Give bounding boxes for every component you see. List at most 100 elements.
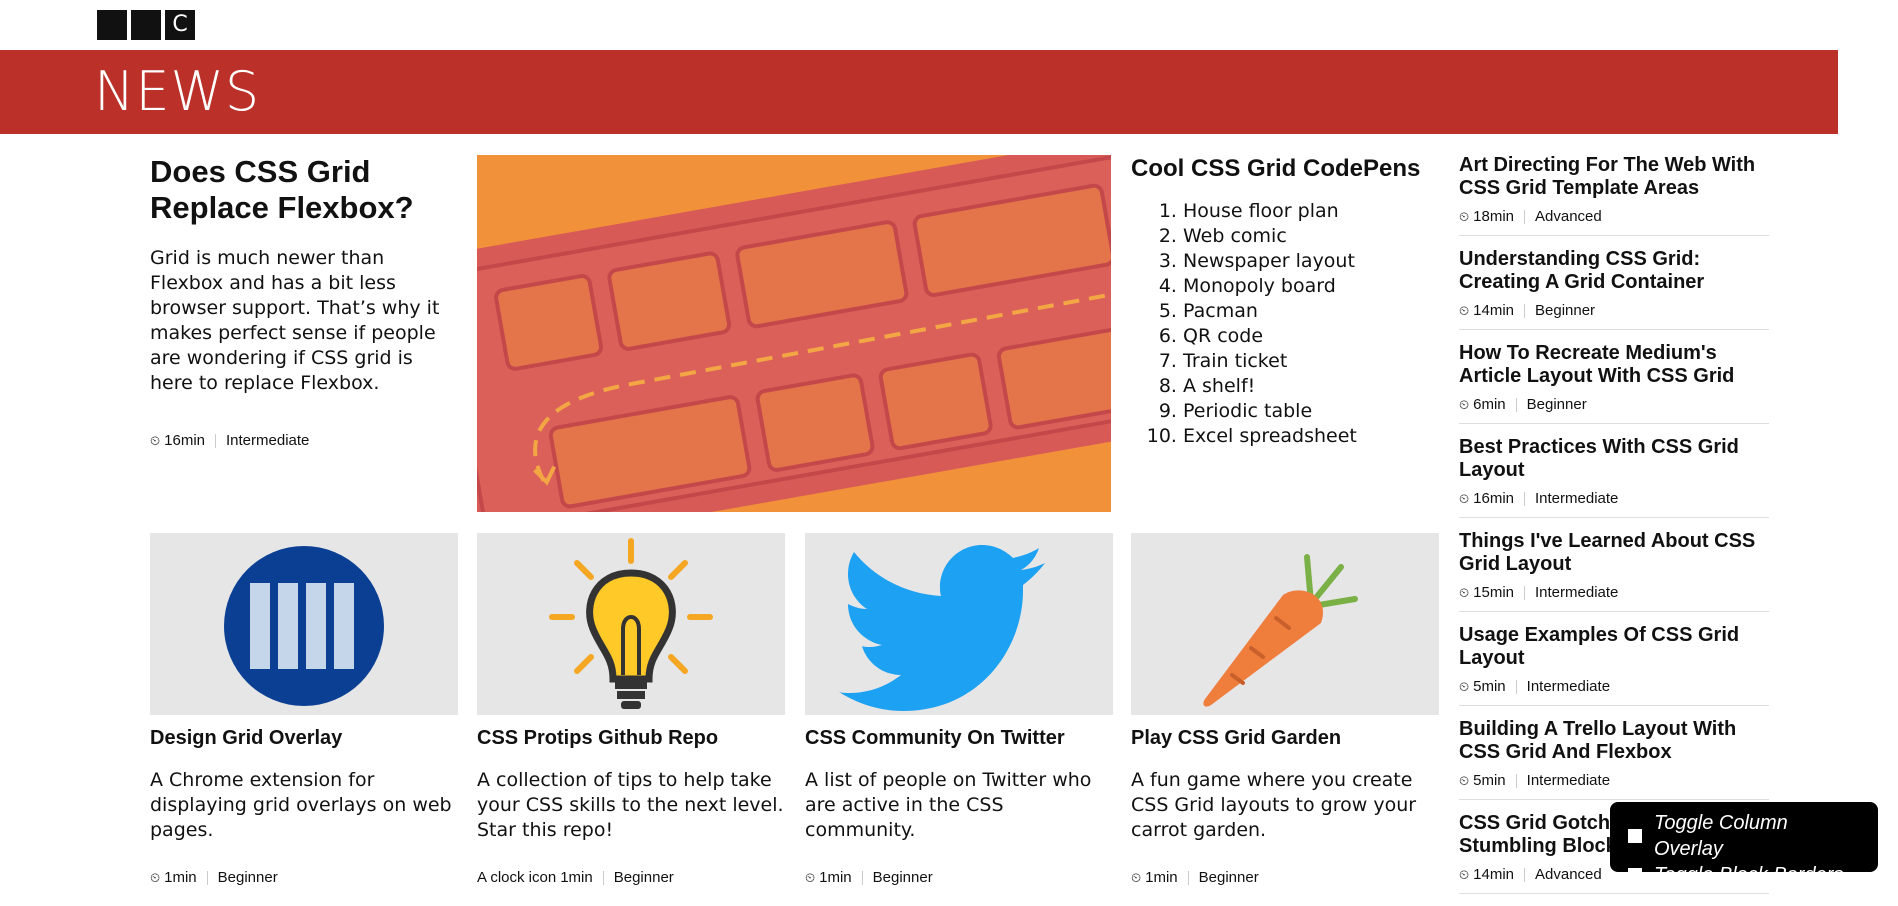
card-css-community-twitter[interactable]: CSS Community On Twitter A list of peopl…: [805, 533, 1113, 886]
toggle-label: Toggle Column Overlay: [1654, 812, 1788, 860]
list-item[interactable]: Pacman: [1183, 299, 1431, 324]
article-meta: ⏲ 14min Beginner: [1459, 302, 1769, 319]
logo-letter-3: C: [165, 10, 195, 40]
read-time: 1min: [819, 869, 852, 886]
level-label: Intermediate: [1535, 490, 1619, 507]
list-item[interactable]: Newspaper layout: [1183, 249, 1431, 274]
card-title[interactable]: CSS Community On Twitter: [805, 727, 1113, 750]
article-meta: ⏲ 5min Intermediate: [1459, 678, 1769, 695]
codepens-list: Cool CSS Grid CodePens House floor plan …: [1131, 155, 1431, 449]
article-meta: ⏲ 16min Intermediate: [1459, 490, 1769, 507]
meta-divider: [1524, 209, 1525, 224]
card-body: A fun game where you create CSS Grid lay…: [1131, 769, 1417, 841]
twitter-bird-icon: [839, 545, 1045, 711]
clock-icon: ⏲: [1459, 584, 1470, 600]
sidebar-article[interactable]: Best Practices With CSS Grid Layout ⏲ 16m…: [1459, 436, 1769, 518]
card-meta: A clock icon 1min Beginner: [477, 869, 785, 886]
list-item[interactable]: Train ticket: [1183, 349, 1431, 374]
meta-divider: [602, 870, 604, 885]
sidebar-article[interactable]: How To Recreate Medium's Article Layout …: [1459, 342, 1769, 424]
meta-divider: [1524, 867, 1525, 882]
level-label: Advanced: [1535, 208, 1602, 225]
clock-icon: ⏲: [1459, 678, 1470, 694]
read-time: 1min: [560, 869, 593, 886]
lead-article[interactable]: Does CSS Grid Replace Flexbox? Grid is m…: [150, 154, 450, 449]
sidebar-article-title[interactable]: How To Recreate Medium's Article Layout …: [1459, 342, 1769, 388]
card-title[interactable]: Design Grid Overlay: [150, 727, 458, 750]
codepens-title[interactable]: Cool CSS Grid CodePens: [1131, 155, 1431, 183]
article-meta: ⏲ 15min Intermediate: [1459, 584, 1769, 601]
card-css-grid-garden[interactable]: Play CSS Grid Garden A fun game where yo…: [1131, 533, 1439, 886]
sidebar-article[interactable]: Building A Trello Layout With CSS Grid A…: [1459, 718, 1769, 800]
card-image[interactable]: [150, 533, 458, 715]
checkbox[interactable]: [1628, 868, 1642, 882]
meta-divider: [1515, 679, 1517, 694]
toggle-column-overlay[interactable]: Toggle Column Overlay: [1628, 810, 1860, 862]
read-time: 18min: [1473, 208, 1514, 225]
sidebar-articles: Art Directing For The Web With CSS Grid …: [1459, 154, 1769, 906]
clock-icon: ⏲: [1459, 490, 1470, 506]
meta-divider: [1187, 870, 1189, 885]
sidebar-article[interactable]: Art Directing For The Web With CSS Grid …: [1459, 154, 1769, 236]
card-image[interactable]: [805, 533, 1113, 715]
card-css-protips[interactable]: CSS Protips Github Repo A collection of …: [477, 533, 785, 886]
list-item[interactable]: House floor plan: [1183, 199, 1431, 224]
sidebar-article[interactable]: Understanding CSS Grid: Creating A Grid …: [1459, 248, 1769, 330]
meta-divider: [206, 870, 208, 885]
sidebar-article-title[interactable]: Things I've Learned About CSS Grid Layou…: [1459, 530, 1769, 576]
clock-icon-alt-text: A clock icon: [477, 869, 557, 886]
list-item[interactable]: Web comic: [1183, 224, 1431, 249]
read-time: 1min: [164, 869, 197, 886]
level-label: Beginner: [1526, 396, 1587, 413]
level-label: Intermediate: [1526, 678, 1611, 695]
sidebar-article[interactable]: Things I've Learned About CSS Grid Layou…: [1459, 530, 1769, 612]
card-image[interactable]: [477, 533, 785, 715]
list-item[interactable]: Periodic table: [1183, 399, 1431, 424]
meta-divider: [1524, 491, 1525, 506]
lead-meta: ⏲ 16min Intermediate: [150, 432, 450, 449]
clock-icon: ⏲: [1459, 302, 1470, 318]
grid-overlay-icon: [224, 546, 384, 706]
meta-divider: [1515, 773, 1517, 788]
read-time: 14min: [1473, 866, 1514, 883]
clock-icon: ⏲: [150, 869, 161, 885]
level-label: Advanced: [1535, 866, 1602, 883]
sidebar-article-title[interactable]: Usage Examples Of CSS Grid Layout: [1459, 624, 1769, 670]
level-label: Beginner: [217, 869, 278, 886]
list-item[interactable]: Monopoly board: [1183, 274, 1431, 299]
site-logo[interactable]: C: [97, 10, 195, 40]
clock-icon: ⏲: [1459, 866, 1470, 882]
lead-title[interactable]: Does CSS Grid Replace Flexbox?: [150, 154, 450, 226]
sidebar-article-title[interactable]: Building A Trello Layout With CSS Grid A…: [1459, 718, 1769, 764]
hero-image[interactable]: [477, 155, 1111, 512]
list-item[interactable]: Excel spreadsheet: [1183, 424, 1431, 449]
meta-divider: [215, 433, 216, 448]
card-body: A Chrome extension for displaying grid o…: [150, 769, 452, 841]
card-image[interactable]: [1131, 533, 1439, 715]
read-time: 14min: [1473, 302, 1514, 319]
article-meta: ⏲ 6min Beginner: [1459, 396, 1769, 413]
sidebar-article-title[interactable]: Art Directing For The Web With CSS Grid …: [1459, 154, 1769, 200]
card-meta: ⏲ 1min Beginner: [150, 869, 458, 886]
checkbox[interactable]: [1628, 829, 1642, 843]
card-title[interactable]: Play CSS Grid Garden: [1131, 727, 1439, 750]
carrot-icon: [1203, 554, 1358, 707]
list-item[interactable]: A shelf!: [1183, 374, 1431, 399]
meta-divider: [861, 870, 863, 885]
section-title: NEWS: [94, 60, 261, 123]
sidebar-article-title[interactable]: Understanding CSS Grid: Creating A Grid …: [1459, 248, 1769, 294]
toggle-block-borders[interactable]: Toggle Block Borders: [1628, 862, 1860, 888]
card-design-grid-overlay[interactable]: Design Grid Overlay A Chrome extension f…: [150, 533, 458, 886]
meta-divider: [1524, 303, 1525, 318]
read-time: 15min: [1473, 584, 1514, 601]
codepens-ordered-list: House floor plan Web comic Newspaper lay…: [1131, 199, 1431, 449]
level-label: Intermediate: [1526, 772, 1611, 789]
card-title[interactable]: CSS Protips Github Repo: [477, 727, 785, 750]
sidebar-article-title[interactable]: Best Practices With CSS Grid Layout: [1459, 436, 1769, 482]
list-item[interactable]: QR code: [1183, 324, 1431, 349]
meta-divider: [1515, 397, 1517, 412]
level-label: Beginner: [1198, 869, 1259, 886]
sidebar-article[interactable]: Usage Examples Of CSS Grid Layout ⏲ 5min I…: [1459, 624, 1769, 706]
level-label: Beginner: [613, 869, 674, 886]
clock-icon: ⏲: [1131, 869, 1142, 885]
